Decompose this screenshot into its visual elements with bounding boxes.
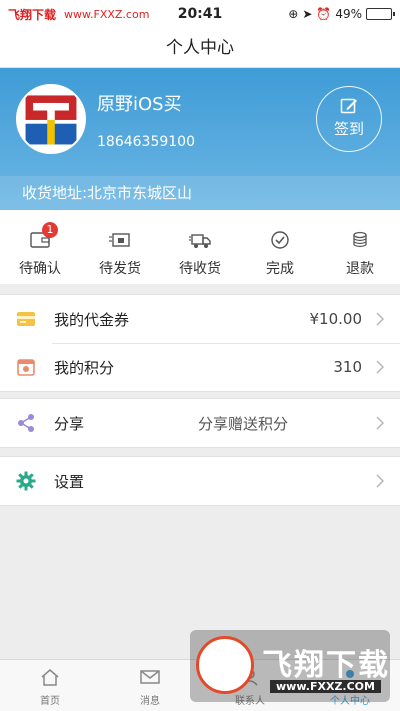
voucher-row[interactable]: 我的代金券 ¥10.00 <box>0 295 400 343</box>
watermark-title: 飞翔下载 <box>262 648 390 683</box>
order-badge: 1 <box>42 222 58 238</box>
tab-home[interactable]: 首页 <box>0 660 100 711</box>
battery-icon <box>366 8 395 20</box>
order-label: 待确认 <box>19 261 61 277</box>
package-icon <box>109 233 130 247</box>
profile-header: 原野iOS买 18646359100 签到 收货地址:北京市东城区山 <box>0 68 400 210</box>
order-label: 待收货 <box>179 261 221 277</box>
share-row[interactable]: 分享 分享赠送积分 <box>0 399 400 447</box>
home-icon <box>41 669 59 686</box>
share-group: 分享 分享赠送积分 <box>0 398 400 448</box>
watermark-url: www.FXXZ.COM <box>270 680 381 693</box>
edit-icon <box>340 98 357 114</box>
tab-label: 消息 <box>140 696 160 707</box>
order-refund[interactable]: 退款 <box>320 210 400 284</box>
signin-button[interactable]: 签到 <box>316 86 382 152</box>
chevron-right-icon <box>376 360 384 374</box>
order-label: 退款 <box>346 261 374 277</box>
avatar-logo-icon <box>18 86 84 152</box>
username: 原野iOS买 <box>97 94 182 115</box>
order-label: 完成 <box>266 261 294 277</box>
lock-rotation-icon: ⊕ <box>288 7 299 21</box>
nav-bar: 个人中心 <box>0 28 400 68</box>
location-icon: ➤ <box>302 7 313 21</box>
settings-label: 设置 <box>54 472 85 491</box>
points-row[interactable]: 我的积分 310 <box>0 343 400 391</box>
order-status-bar: 1 待确认 待发货 待收货 完成 退款 <box>0 210 400 284</box>
account-group: 我的代金券 ¥10.00 我的积分 310 <box>0 294 400 392</box>
status-bar: 飞翔下载 www.FXXZ.com 20:41 ⊕ ➤ ⏰ 49% <box>0 0 400 28</box>
chevron-right-icon <box>376 416 384 430</box>
settings-group: 设置 <box>0 456 400 506</box>
chevron-right-icon <box>376 312 384 326</box>
watermark: 飞翔下载 www.FXXZ.COM <box>190 630 390 702</box>
order-to-receive[interactable]: 待收货 <box>160 210 240 284</box>
message-icon <box>140 670 160 684</box>
order-to-confirm[interactable]: 1 待确认 <box>0 210 80 284</box>
tab-messages[interactable]: 消息 <box>100 660 200 711</box>
voucher-label: 我的代金券 <box>54 310 130 329</box>
shipping-address[interactable]: 收货地址:北京市东城区山 <box>0 176 400 210</box>
truck-icon <box>189 234 211 248</box>
chevron-right-icon <box>376 474 384 488</box>
site-label: www.FXXZ.com <box>64 7 150 21</box>
share-label: 分享 <box>54 414 85 433</box>
coins-icon <box>353 231 367 248</box>
points-label: 我的积分 <box>54 358 115 377</box>
settings-row[interactable]: 设置 <box>0 457 400 505</box>
alarm-icon: ⏰ <box>316 7 332 21</box>
gear-icon <box>16 471 36 491</box>
order-complete[interactable]: 完成 <box>240 210 320 284</box>
page-title: 个人中心 <box>166 38 234 58</box>
voucher-value: ¥10.00 <box>309 310 363 328</box>
carrier-label: 飞翔下载 <box>8 7 57 22</box>
share-hint: 分享赠送积分 <box>198 414 289 433</box>
share-icon <box>18 414 34 432</box>
watermark-logo-icon <box>196 636 254 694</box>
avatar[interactable] <box>16 84 86 154</box>
points-icon <box>17 359 35 376</box>
order-label: 待发货 <box>99 261 141 277</box>
order-to-ship[interactable]: 待发货 <box>80 210 160 284</box>
battery-percent: 49% <box>335 7 362 21</box>
status-right: ⊕ ➤ ⏰ 49% <box>288 7 395 21</box>
check-circle-icon <box>271 231 289 249</box>
signin-label: 签到 <box>333 120 364 138</box>
tab-label: 首页 <box>40 696 60 707</box>
points-value: 310 <box>333 358 362 376</box>
voucher-icon <box>17 312 35 326</box>
phone-number: 18646359100 <box>97 134 195 150</box>
